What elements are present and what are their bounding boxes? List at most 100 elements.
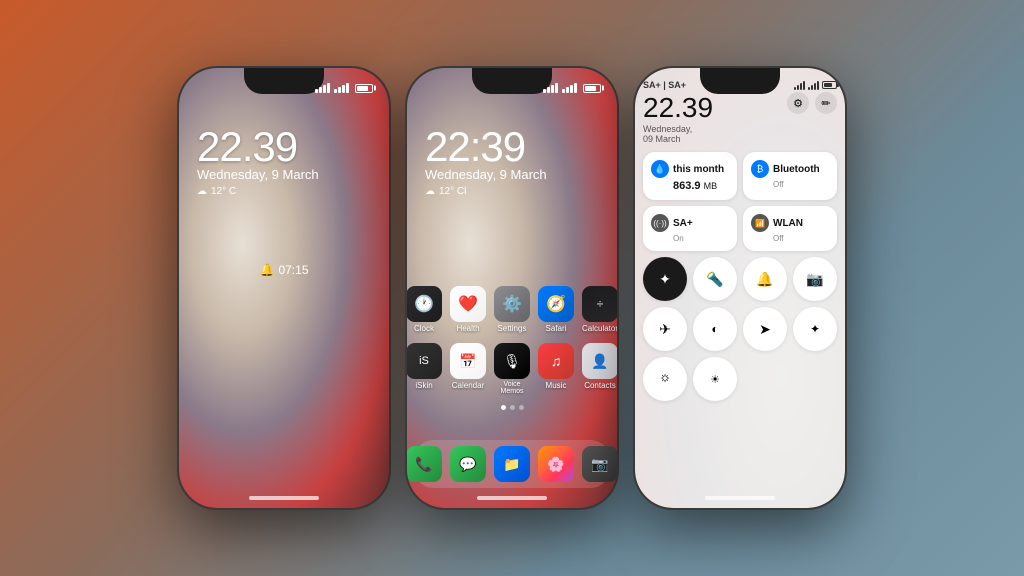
cc-wlan-tile[interactable]: 📶 WLAN Off bbox=[743, 206, 837, 251]
music-icon: ♫ bbox=[538, 343, 574, 379]
app-label: Settings bbox=[498, 324, 527, 333]
app-label: Voice Memos bbox=[494, 381, 530, 395]
app-clock[interactable]: 🕐 Clock bbox=[407, 286, 442, 333]
control-center-panel: SA+ | SA+ bbox=[635, 68, 845, 508]
page-dot-active bbox=[501, 405, 506, 410]
cc-tile-header: ₿ Bluetooth bbox=[751, 160, 829, 178]
app-iskin[interactable]: iS iSkin bbox=[407, 343, 442, 395]
cc-sa-tile[interactable]: ((·)) SA+ On bbox=[643, 206, 737, 251]
app-grid: 🕐 Clock ❤️ Health ⚙️ Settings 🧭 Safari ÷ bbox=[407, 286, 617, 418]
app-row-2: iS iSkin 📅 Calendar 🎙 Voice Memos ♫ Musi… bbox=[415, 343, 609, 395]
cc-settings-row: ⚙ ✏ bbox=[787, 92, 837, 114]
cc-sa-icon: ((·)) bbox=[651, 214, 669, 232]
health-icon: ❤️ bbox=[450, 286, 486, 322]
home-time-display: 22:39 Wednesday, 9 March ☁ 12° Cl bbox=[407, 123, 617, 197]
cc-buttons-row-1: ✦ 🔦 🔔 📷 bbox=[643, 257, 837, 301]
app-voice-memos[interactable]: 🎙 Voice Memos bbox=[494, 343, 530, 395]
home-time: 22:39 bbox=[425, 123, 617, 171]
cc-buttons-row-2: ✈ ◐ ➤ ✦ bbox=[643, 307, 837, 351]
battery-icon bbox=[355, 84, 373, 93]
home-indicator[interactable] bbox=[477, 496, 547, 500]
cc-carrier: SA+ | SA+ bbox=[643, 80, 686, 90]
dock-phone[interactable]: 📞 bbox=[407, 446, 442, 482]
cc-buttons-row-3: 🌣 ☀ bbox=[643, 357, 837, 401]
cc-sa-label: SA+ bbox=[673, 218, 693, 229]
app-safari[interactable]: 🧭 Safari bbox=[538, 286, 574, 333]
app-label: Calculator bbox=[582, 324, 617, 333]
dock-messages[interactable]: 💬 bbox=[450, 446, 486, 482]
app-label: Safari bbox=[546, 324, 567, 333]
dock-files[interactable]: 📁 bbox=[494, 446, 530, 482]
app-calculator[interactable]: ÷ Calculator bbox=[582, 286, 617, 333]
cc-signal bbox=[794, 81, 805, 90]
phone-lock-screen: 22.39 Wednesday, 9 March ☁ 12° C 🔔 07:15 bbox=[179, 68, 389, 508]
dock-photos[interactable]: 🌸 bbox=[538, 446, 574, 482]
phone-control-center: SA+ | SA+ bbox=[635, 68, 845, 508]
app-music[interactable]: ♫ Music bbox=[538, 343, 574, 395]
home-indicator[interactable] bbox=[705, 496, 775, 500]
cc-wlan-label: WLAN bbox=[773, 218, 803, 229]
camera-icon: 📷 bbox=[582, 446, 617, 482]
cc-empty-slot-2 bbox=[793, 357, 837, 401]
lock-time-display: 22.39 Wednesday, 9 March ☁ 12° C bbox=[179, 123, 389, 197]
cc-pin-button[interactable]: ✦ bbox=[643, 257, 687, 301]
app-label: Health bbox=[456, 324, 479, 333]
calculator-icon: ÷ bbox=[582, 286, 617, 322]
app-label: iSkin bbox=[415, 381, 432, 390]
cc-data-value: 863.9 MB bbox=[651, 180, 729, 192]
cc-data-tile[interactable]: 💧 this month 863.9 MB bbox=[643, 152, 737, 200]
app-contacts[interactable]: 👤 Contacts bbox=[582, 343, 617, 395]
lock-alarm: 🔔 07:15 bbox=[260, 263, 309, 277]
cc-bluetooth-status: Off bbox=[751, 180, 829, 189]
lock-time: 22.39 bbox=[197, 123, 389, 171]
voice-memos-icon: 🎙 bbox=[494, 343, 530, 379]
app-calendar[interactable]: 📅 Calendar bbox=[450, 343, 486, 395]
app-label: Calendar bbox=[452, 381, 484, 390]
cc-bluetooth-tile[interactable]: ₿ Bluetooth Off bbox=[743, 152, 837, 200]
home-indicator[interactable] bbox=[249, 496, 319, 500]
cc-flashlight-button[interactable]: 🔦 bbox=[693, 257, 737, 301]
signal-icon-2 bbox=[334, 83, 349, 93]
cc-focus-button[interactable]: ✦ bbox=[793, 307, 837, 351]
status-bar-home bbox=[407, 68, 617, 100]
cc-sa-status: On bbox=[651, 234, 729, 243]
cc-location-button[interactable]: ➤ bbox=[743, 307, 787, 351]
cc-data-icon: 💧 bbox=[651, 160, 669, 178]
cc-brightness-button[interactable]: ◐ bbox=[693, 307, 737, 351]
cc-bottom-rows: ✈ ◐ ➤ ✦ 🌣 ☀ bbox=[643, 307, 837, 401]
cc-sun-high-button[interactable]: ☀ bbox=[693, 357, 737, 401]
cc-airplane-button[interactable]: ✈ bbox=[643, 307, 687, 351]
dock-camera[interactable]: 📷 bbox=[582, 446, 617, 482]
cc-bell-button[interactable]: 🔔 bbox=[743, 257, 787, 301]
settings-icon: ⚙️ bbox=[494, 286, 530, 322]
phone-icon: 📞 bbox=[407, 446, 442, 482]
cc-empty-slot-1 bbox=[743, 357, 787, 401]
app-health[interactable]: ❤️ Health bbox=[450, 286, 486, 333]
cc-time: 22.39 bbox=[643, 92, 713, 124]
cc-tile-header: ((·)) SA+ bbox=[651, 214, 729, 232]
messages-icon: 💬 bbox=[450, 446, 486, 482]
cc-settings-gear-icon[interactable]: ⚙ bbox=[787, 92, 809, 114]
cc-battery-icon bbox=[822, 81, 837, 89]
app-row-1: 🕐 Clock ❤️ Health ⚙️ Settings 🧭 Safari ÷ bbox=[415, 286, 609, 333]
clock-icon: 🕐 bbox=[407, 286, 442, 322]
app-settings[interactable]: ⚙️ Settings bbox=[494, 286, 530, 333]
status-bar-lock bbox=[179, 68, 389, 100]
app-label: Music bbox=[546, 381, 567, 390]
signal-icon bbox=[543, 83, 558, 93]
cc-time-row: 22.39 Wednesday, 09 March ⚙ ✏ bbox=[643, 92, 837, 144]
cc-tile-header: 📶 WLAN bbox=[751, 214, 829, 232]
cc-sun-low-button[interactable]: 🌣 bbox=[643, 357, 687, 401]
cc-data-label: this month bbox=[673, 164, 724, 175]
calendar-icon: 📅 bbox=[450, 343, 486, 379]
cc-signal-2 bbox=[808, 81, 819, 90]
app-label: Contacts bbox=[584, 381, 616, 390]
cc-camera-button[interactable]: 📷 bbox=[793, 257, 837, 301]
iskin-icon: iS bbox=[407, 343, 442, 379]
cc-status-icons bbox=[794, 81, 837, 90]
home-date: Wednesday, 9 March bbox=[425, 167, 617, 182]
cc-edit-icon[interactable]: ✏ bbox=[815, 92, 837, 114]
cc-tile-header: 💧 this month bbox=[651, 160, 729, 178]
cc-wlan-icon: 📶 bbox=[751, 214, 769, 232]
cc-date: Wednesday, 09 March bbox=[643, 124, 703, 144]
